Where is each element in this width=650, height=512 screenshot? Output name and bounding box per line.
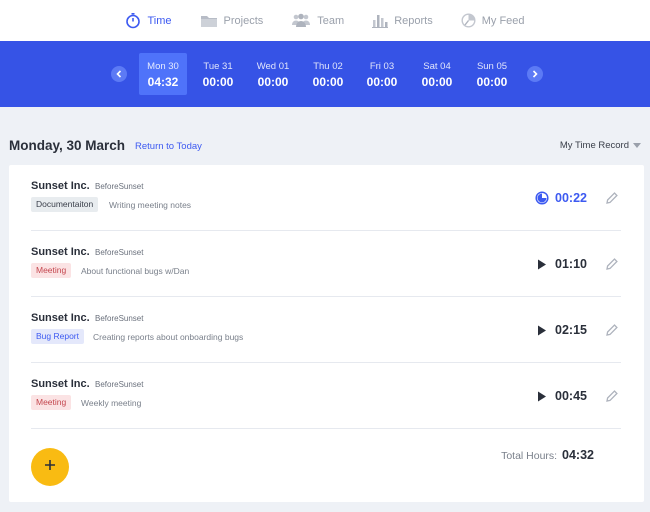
play-icon[interactable] <box>535 389 549 403</box>
next-week-button[interactable] <box>527 66 543 82</box>
day-total: 00:00 <box>202 75 234 89</box>
time-entry[interactable]: Sunset Inc. BeforeSunset Bug Report Crea… <box>31 297 621 363</box>
entry-project: BeforeSunset <box>95 380 144 389</box>
day-name: Tue 31 <box>203 61 233 72</box>
entry-duration: 00:45 <box>555 389 587 403</box>
nav-label-team: Team <box>317 14 345 27</box>
nav-label-reports: Reports <box>394 14 433 27</box>
add-entry-button[interactable] <box>31 448 69 486</box>
entry-duration: 02:15 <box>555 323 587 337</box>
entry-project: BeforeSunset <box>95 248 144 257</box>
time-entry[interactable]: Sunset Inc. BeforeSunset Meeting Weekly … <box>31 363 621 429</box>
pencil-icon[interactable] <box>605 323 619 337</box>
entry-tag: Documentaiton <box>31 197 99 212</box>
play-icon[interactable] <box>535 257 549 271</box>
day-name: Sat 04 <box>423 61 451 72</box>
previous-week-button[interactable] <box>111 66 127 82</box>
day-thu-02[interactable]: Thu 02 00:00 <box>304 53 352 95</box>
day-name: Mon 30 <box>147 61 179 72</box>
entry-description: Creating reports about onboarding bugs <box>93 332 244 342</box>
entry-duration: 01:10 <box>555 257 587 271</box>
entry-tag: Meeting <box>31 263 72 278</box>
entry-description: About functional bugs w/Dan <box>81 266 190 276</box>
chevron-right-icon <box>531 65 539 83</box>
entry-description: Weekly meeting <box>81 398 142 408</box>
nav-item-time[interactable]: Time <box>111 12 185 29</box>
play-icon[interactable] <box>535 323 549 337</box>
day-name: Fri 03 <box>369 61 395 72</box>
time-entry[interactable]: Sunset Inc. BeforeSunset Meeting About f… <box>31 231 621 297</box>
total-hours-value: 04:32 <box>562 448 594 462</box>
chevron-left-icon <box>115 65 123 83</box>
nav-label-time: Time <box>147 14 172 27</box>
day-total: 00:00 <box>476 75 508 89</box>
day-name: Wed 01 <box>256 61 290 72</box>
day-name: Thu 02 <box>313 61 343 72</box>
time-entries-card: Sunset Inc. BeforeSunset Documentaiton W… <box>9 165 644 502</box>
nav-item-projects[interactable]: Projects <box>186 13 278 28</box>
top-nav: Time Projects Team Reports My Feed <box>0 0 650 41</box>
plus-icon <box>44 458 56 476</box>
entry-tag: Bug Report <box>31 329 84 344</box>
return-to-today-link[interactable]: Return to Today <box>135 141 202 152</box>
bar-chart-icon <box>372 13 389 28</box>
pencil-icon[interactable] <box>605 191 619 205</box>
day-total: 04:32 <box>147 75 179 89</box>
day-sat-04[interactable]: Sat 04 00:00 <box>413 53 461 95</box>
pencil-icon[interactable] <box>605 389 619 403</box>
pencil-icon[interactable] <box>605 257 619 271</box>
nav-label-my-feed: My Feed <box>481 14 525 27</box>
running-timer-icon[interactable] <box>535 191 549 205</box>
team-icon <box>291 13 311 28</box>
entry-client: Sunset Inc. <box>31 312 90 324</box>
day-total: 00:00 <box>257 75 289 89</box>
caret-down-icon <box>633 140 641 151</box>
entry-client: Sunset Inc. <box>31 246 90 258</box>
day-total: 00:00 <box>312 75 344 89</box>
day-mon-30[interactable]: Mon 30 04:32 <box>139 53 187 95</box>
total-hours-label: Total Hours: <box>501 450 558 462</box>
feed-icon <box>461 13 476 28</box>
time-entry[interactable]: Sunset Inc. BeforeSunset Documentaiton W… <box>31 165 621 231</box>
time-record-dropdown[interactable]: My Time Record <box>560 140 641 151</box>
nav-item-team[interactable]: Team <box>277 13 358 28</box>
day-name: Sun 05 <box>476 61 508 72</box>
day-tue-31[interactable]: Tue 31 00:00 <box>194 53 242 95</box>
folder-icon <box>200 13 218 28</box>
day-total: 00:00 <box>366 75 398 89</box>
entry-description: Writing meeting notes <box>109 200 192 210</box>
week-selector: Mon 30 04:32 Tue 31 00:00 Wed 01 00:00 T… <box>0 41 650 107</box>
day-total: 00:00 <box>421 75 453 89</box>
day-sun-05[interactable]: Sun 05 00:00 <box>468 53 516 95</box>
day-wed-01[interactable]: Wed 01 00:00 <box>249 53 297 95</box>
entry-duration: 00:22 <box>555 191 587 205</box>
stopwatch-icon <box>125 12 141 29</box>
entry-project: BeforeSunset <box>95 182 144 191</box>
nav-label-projects: Projects <box>223 14 264 27</box>
entry-client: Sunset Inc. <box>31 180 90 192</box>
nav-item-reports[interactable]: Reports <box>358 13 447 28</box>
total-hours: Total Hours: 04:32 <box>501 448 594 462</box>
nav-item-my-feed[interactable]: My Feed <box>447 13 539 28</box>
time-record-label: My Time Record <box>559 140 629 151</box>
entry-project: BeforeSunset <box>95 314 144 323</box>
entry-tag: Meeting <box>31 395 72 410</box>
day-heading: Monday, 30 March Return to Today My Time… <box>9 137 641 157</box>
entry-client: Sunset Inc. <box>31 378 90 390</box>
page-title: Monday, 30 March <box>9 138 126 153</box>
day-fri-03[interactable]: Fri 03 00:00 <box>358 53 406 95</box>
